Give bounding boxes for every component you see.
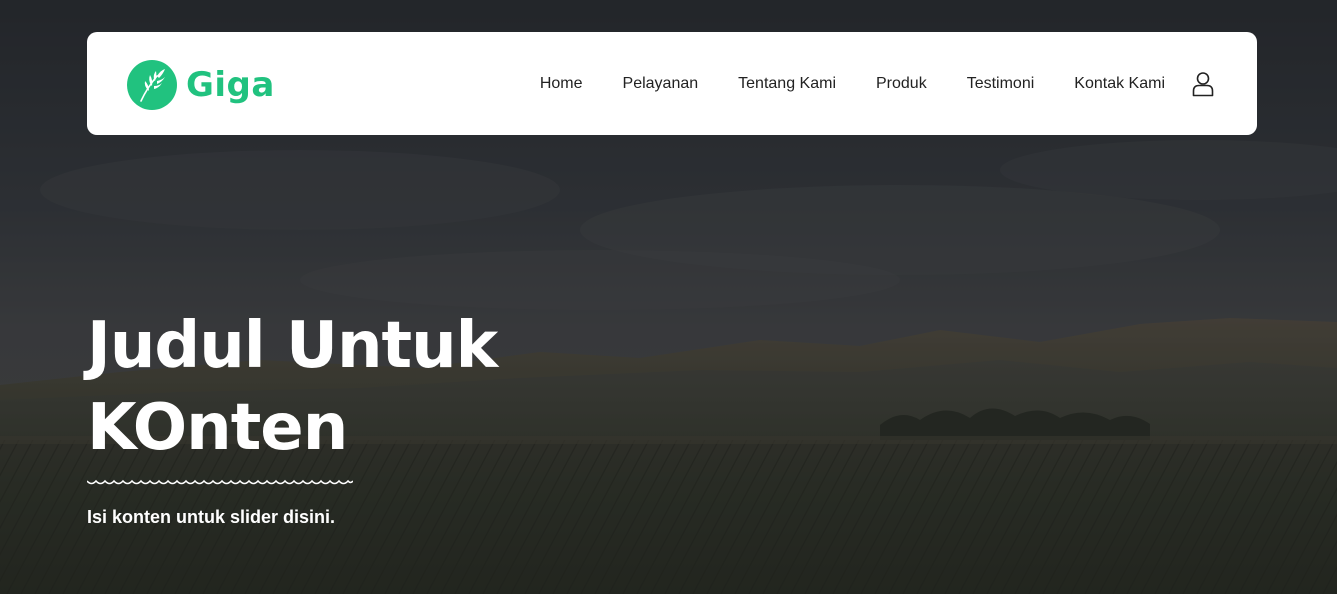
nav-item-produk[interactable]: Produk [876,75,927,93]
hero-title-line-2: KOnten [87,391,348,465]
hero-title-line-1: Judul Untuk [87,309,498,383]
hero-slider: Giga Home Pelayanan Tentang Kami Produk … [0,0,1337,594]
brand-name: Giga [186,65,275,105]
user-icon[interactable] [1191,71,1215,97]
wavy-underline-decoration [87,479,353,485]
navbar: Giga Home Pelayanan Tentang Kami Produk … [87,32,1257,135]
nav-item-kontak-kami[interactable]: Kontak Kami [1074,75,1165,93]
hero-content: Judul Untuk KOnten Isi konten untuk slid… [87,305,607,528]
nav-item-testimoni[interactable]: Testimoni [967,75,1035,93]
nav-item-home[interactable]: Home [540,75,583,93]
nav-item-pelayanan[interactable]: Pelayanan [623,75,699,93]
brand-logo[interactable]: Giga [127,60,275,110]
hero-title: Judul Untuk KOnten [87,305,607,469]
nav-item-tentang-kami[interactable]: Tentang Kami [738,75,836,93]
hero-subtitle: Isi konten untuk slider disini. [87,507,336,527]
leaf-wheat-icon [127,60,177,110]
main-nav-menu: Home Pelayanan Tentang Kami Produk Testi… [540,32,1165,135]
